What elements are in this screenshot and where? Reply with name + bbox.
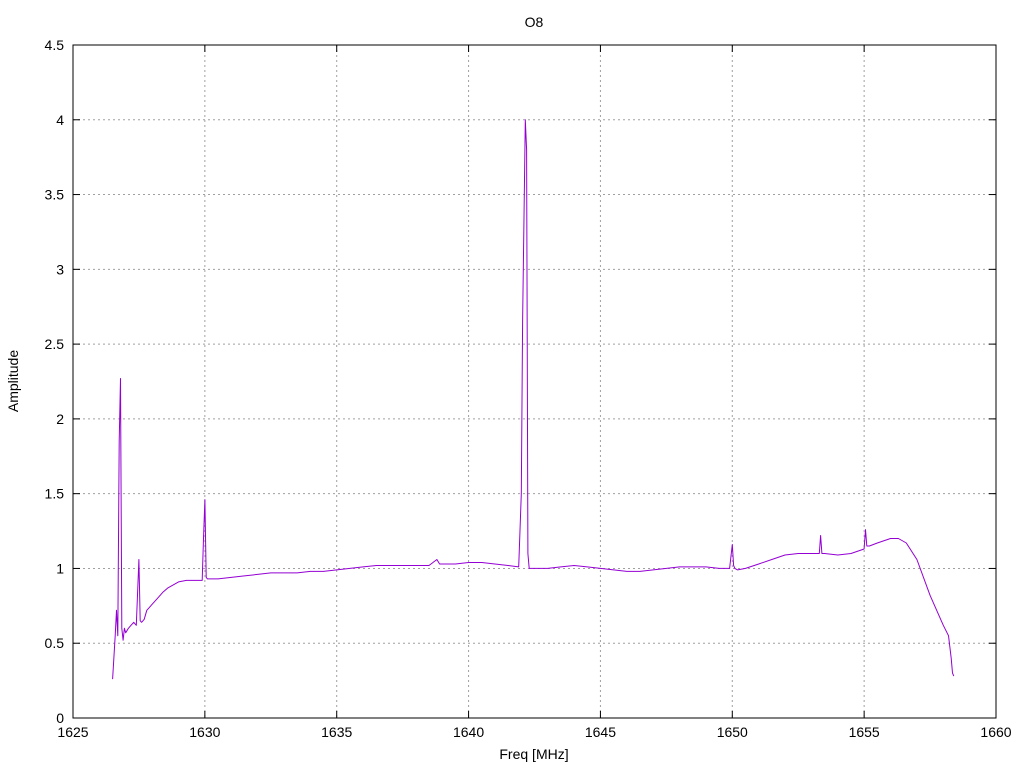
x-tick-label: 1655 [849,724,880,740]
x-tick-label: 1640 [453,724,484,740]
y-tick-label: 2.5 [45,336,65,352]
y-tick-label: 2 [56,411,64,427]
plot-area-frame [72,44,997,719]
y-tick-label: 0.5 [45,635,65,651]
x-tick-labels: 1625 1630 1635 1640 1645 1650 1655 1660 [57,724,1011,740]
x-tick-label: 1635 [321,724,352,740]
x-axis-label: Freq [MHz] [499,746,568,762]
y-axis-label: Amplitude [5,350,21,412]
y-tick-label: 4.5 [45,37,65,53]
y-tick-label: 3 [56,261,64,277]
x-tick-label: 1630 [189,724,220,740]
y-tick-labels: 0 0.5 1 1.5 2 2.5 3 3.5 4 4.5 [45,37,65,726]
y-tick-label: 3.5 [45,187,65,203]
chart: 1625 1630 1635 1640 1645 1650 1655 1660 0 0.5 1 1.… [5,14,1012,762]
y-tick-label: 1.5 [45,486,65,502]
chart-title: O8 [525,14,544,30]
y-tick-label: 1 [56,560,64,576]
x-tick-label: 1660 [980,724,1011,740]
x-tick-label: 1645 [585,724,616,740]
grid [73,45,996,718]
series-layer [112,119,955,680]
axis-ticks [72,44,997,719]
y-tick-label: 0 [56,710,64,726]
y-tick-label: 4 [56,112,64,128]
x-tick-label: 1625 [57,724,88,740]
series-line [112,119,955,680]
x-tick-label: 1650 [717,724,748,740]
